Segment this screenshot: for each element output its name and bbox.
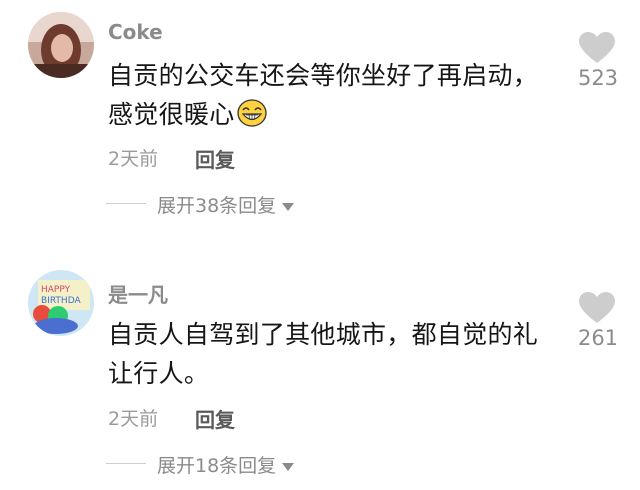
comment-text: 自贡人自驾到了其他城市，都自觉的礼让行人。 bbox=[108, 320, 539, 388]
expand-divider bbox=[106, 203, 146, 204]
heart-icon[interactable] bbox=[579, 292, 615, 328]
expand-divider bbox=[106, 463, 146, 464]
expand-replies-button[interactable]: 展开18条回复 bbox=[157, 451, 295, 478]
expand-replies-label: 展开18条回复 bbox=[157, 455, 277, 477]
reply-button[interactable]: 回复 bbox=[195, 404, 235, 433]
heart-icon[interactable] bbox=[579, 32, 615, 68]
avatar-image bbox=[28, 12, 94, 78]
comment-text: 自贡的公交车还会等你坐好了再启动，感觉很暖心 bbox=[108, 56, 548, 138]
like-count: 261 bbox=[577, 326, 619, 350]
svg-text:HAPPY: HAPPY bbox=[41, 285, 71, 295]
expand-replies-button[interactable]: 展开38条回复 bbox=[157, 191, 295, 218]
reply-button[interactable]: 回复 bbox=[195, 144, 235, 173]
like-count: 523 bbox=[577, 66, 619, 90]
avatar[interactable] bbox=[28, 12, 94, 78]
expand-replies-label: 展开38条回复 bbox=[157, 195, 277, 217]
caret-down-icon bbox=[282, 194, 295, 216]
avatar[interactable]: HAPPY BIRTHDA bbox=[28, 270, 94, 336]
username[interactable]: Coke bbox=[108, 20, 163, 44]
comment-time: 2天前 bbox=[108, 148, 159, 170]
caret-down-icon bbox=[282, 454, 295, 476]
username[interactable]: 是一凡 bbox=[108, 279, 168, 308]
comment-time: 2天前 bbox=[108, 408, 159, 430]
grinning-face-emoji-icon bbox=[236, 99, 267, 138]
comment-text-content: 自贡的公交车还会等你坐好了再启动，感觉很暖心 bbox=[108, 61, 539, 129]
svg-text:BIRTHDA: BIRTHDA bbox=[41, 296, 81, 306]
avatar-image: HAPPY BIRTHDA bbox=[28, 270, 94, 336]
